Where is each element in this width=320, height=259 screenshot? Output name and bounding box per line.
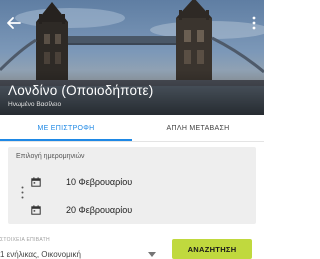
overflow-menu-button[interactable] [246, 13, 262, 33]
return-date[interactable]: 20 Φεβρουαρίου [66, 205, 132, 215]
chevron-down-icon[interactable] [148, 252, 156, 257]
hero-image: Λονδίνο (Οποιοδήποτε) Ηνωμένο Βασίλειο [0, 0, 264, 115]
tab-one-way[interactable]: ΑΠΛΗ ΜΕΤΑΒΑΣΗ [132, 115, 264, 141]
destination-title: Λονδίνο (Οποιοδήποτε) [8, 83, 154, 98]
tab-round-trip[interactable]: ΜΕ ΕΠΙΣΤΡΟΦΗ [0, 115, 132, 141]
calendar-icon [31, 205, 41, 215]
departure-date[interactable]: 10 Φεβρουαρίου [66, 177, 132, 187]
search-button[interactable]: ΑΝΑΖΗΤΗΣΗ [172, 239, 252, 259]
passenger-details-label: ΣΤΟΙΧΕΙΑ ΕΠΙΒΑΤΗ [0, 237, 50, 243]
destination-country: Ηνωμένο Βασίλειο [8, 101, 62, 108]
calendar-icon [31, 177, 41, 187]
arrow-left-icon [7, 17, 21, 29]
trip-type-tabs: ΜΕ ΕΠΙΣΤΡΟΦΗ ΑΠΛΗ ΜΕΤΑΒΑΣΗ [0, 115, 264, 141]
back-button[interactable] [4, 13, 24, 33]
date-selection-label: Επιλογή ημερομηνιών [16, 153, 85, 160]
date-selection-card: Επιλογή ημερομηνιών 10 Φεβρουαρίου 20 Φε… [8, 147, 256, 224]
passenger-select[interactable]: 1 ενήλικας, Οικονομική [0, 250, 81, 259]
date-range-connector [21, 186, 24, 199]
more-vertical-icon [252, 16, 256, 30]
tabs-divider [0, 141, 264, 142]
